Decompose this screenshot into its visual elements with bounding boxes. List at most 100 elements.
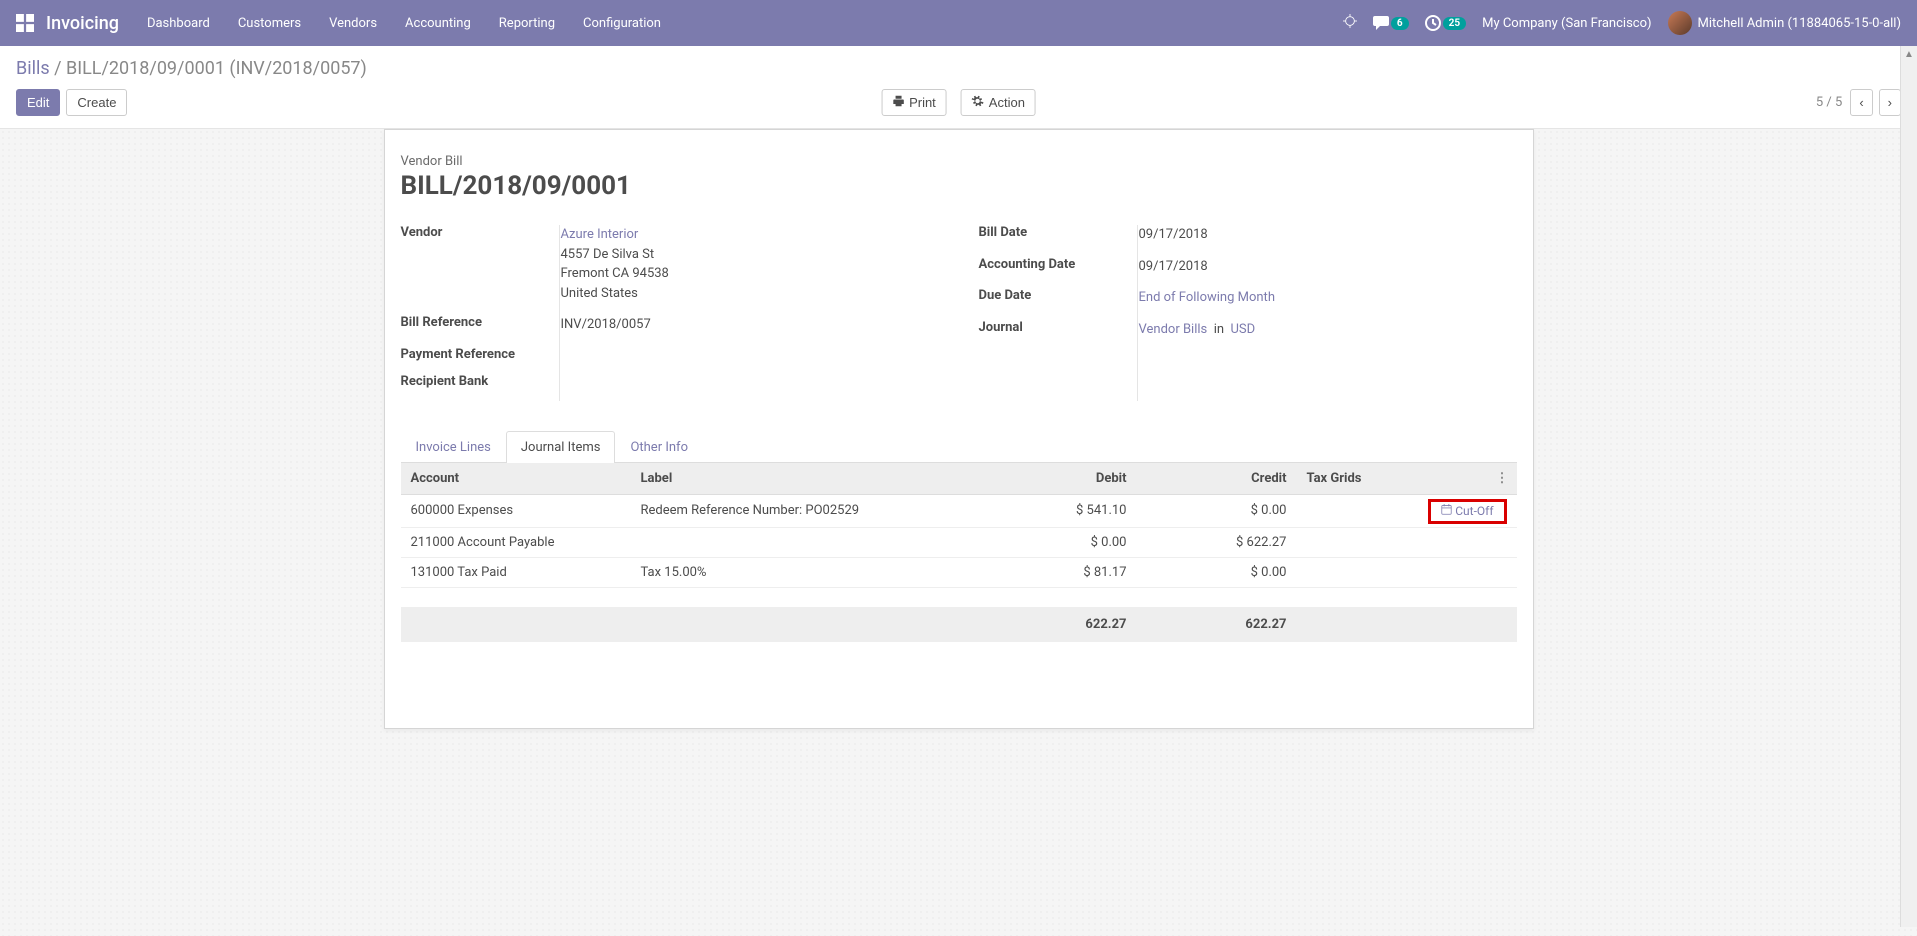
main-menu: Dashboard Customers Vendors Accounting R… — [147, 16, 661, 31]
debug-icon[interactable] — [1343, 14, 1357, 32]
scroll-up-icon[interactable]: ▲ — [1901, 46, 1917, 63]
breadcrumb-root[interactable]: Bills — [16, 58, 50, 79]
cell-account: 131000 Tax Paid — [401, 557, 631, 587]
table-row[interactable]: 211000 Account Payable $ 0.00 $ 622.27 — [401, 527, 1517, 557]
create-button[interactable]: Create — [66, 89, 127, 116]
navbar-right: 6 25 My Company (San Francisco) Mitchell… — [1343, 11, 1901, 35]
cell-account: 211000 Account Payable — [401, 527, 631, 557]
edit-button[interactable]: Edit — [16, 89, 60, 116]
messages-icon[interactable]: 6 — [1373, 16, 1409, 30]
action-button[interactable]: Action — [961, 89, 1036, 116]
cell-tax — [1297, 557, 1407, 587]
bank-label: Recipient Bank — [401, 374, 561, 389]
action-label: Action — [989, 95, 1025, 110]
pager-prev-button[interactable]: ‹ — [1850, 89, 1872, 116]
scrollbar[interactable]: ▲ — [1900, 46, 1917, 927]
th-account[interactable]: Account — [401, 463, 631, 495]
billref-label: Bill Reference — [401, 315, 561, 330]
cell-debit: $ 541.10 — [977, 494, 1137, 527]
menu-dashboard[interactable]: Dashboard — [147, 16, 210, 31]
journal-value[interactable]: Vendor Bills — [1139, 322, 1208, 337]
billdate-value: 09/17/2018 — [1139, 225, 1517, 245]
tab-invoice-lines[interactable]: Invoice Lines — [401, 431, 506, 463]
form-right-col: Bill Date 09/17/2018 Accounting Date 09/… — [979, 225, 1517, 401]
th-taxgrids[interactable]: Tax Grids — [1297, 463, 1407, 495]
vendor-addr3: United States — [561, 286, 638, 301]
breadcrumb-current: BILL/2018/09/0001 (INV/2018/0057) — [66, 58, 367, 79]
th-label[interactable]: Label — [631, 463, 977, 495]
vendor-value: Azure Interior 4557 De Silva St Fremont … — [561, 225, 939, 303]
vendor-label: Vendor — [401, 225, 561, 240]
cell-tax — [1297, 527, 1407, 557]
duedate-value[interactable]: End of Following Month — [1139, 290, 1275, 305]
vendor-addr1: 4557 De Silva St — [561, 247, 655, 262]
control-panel: Bills / BILL/2018/09/0001 (INV/2018/0057… — [0, 46, 1917, 129]
print-icon — [892, 95, 904, 110]
accdate-label: Accounting Date — [979, 257, 1139, 272]
form-left-col: Vendor Azure Interior 4557 De Silva St F… — [401, 225, 939, 401]
menu-customers[interactable]: Customers — [238, 16, 301, 31]
total-credit: 622.27 — [1137, 607, 1297, 642]
vendor-link[interactable]: Azure Interior — [561, 227, 639, 242]
app-brand: Invoicing — [46, 13, 119, 34]
total-debit: 622.27 — [977, 607, 1137, 642]
breadcrumb: Bills / BILL/2018/09/0001 (INV/2018/0057… — [16, 58, 1901, 79]
accdate-value: 09/17/2018 — [1139, 257, 1517, 277]
cell-label: Tax 15.00% — [631, 557, 977, 587]
th-credit[interactable]: Credit — [1137, 463, 1297, 495]
activities-icon[interactable]: 25 — [1425, 15, 1466, 31]
billref-value: INV/2018/0057 — [561, 315, 939, 335]
chevron-right-icon: › — [1888, 95, 1892, 110]
table-row[interactable]: 600000 Expenses Redeem Reference Number:… — [401, 494, 1517, 527]
tab-other-info[interactable]: Other Info — [615, 431, 703, 463]
cell-label — [631, 527, 977, 557]
table-row[interactable]: 131000 Tax Paid Tax 15.00% $ 81.17 $ 0.0… — [401, 557, 1517, 587]
cell-credit: $ 622.27 — [1137, 527, 1297, 557]
cutoff-label: Cut-Off — [1455, 504, 1493, 518]
apps-icon[interactable] — [16, 14, 34, 32]
th-debit[interactable]: Debit — [977, 463, 1137, 495]
menu-accounting[interactable]: Accounting — [405, 16, 471, 31]
user-name: Mitchell Admin (11884065-15-0-all) — [1698, 16, 1901, 31]
journal-items-table: Account Label Debit Credit Tax Grids ⋮ 6… — [401, 463, 1517, 643]
avatar — [1668, 11, 1692, 35]
cutoff-button[interactable]: Cut-Off — [1435, 502, 1499, 520]
cell-debit: $ 0.00 — [977, 527, 1137, 557]
gear-icon — [972, 95, 984, 110]
print-label: Print — [909, 95, 936, 110]
pager-next-button[interactable]: › — [1879, 89, 1901, 116]
chevron-left-icon: ‹ — [1859, 95, 1863, 110]
duedate-label: Due Date — [979, 288, 1139, 303]
cell-credit: $ 0.00 — [1137, 557, 1297, 587]
menu-vendors[interactable]: Vendors — [329, 16, 377, 31]
cutoff-highlight: Cut-Off — [1428, 499, 1506, 524]
tab-journal-items[interactable]: Journal Items — [506, 431, 616, 463]
form-subtitle: Vendor Bill — [401, 154, 1517, 169]
messages-badge: 6 — [1391, 17, 1409, 30]
company-switcher[interactable]: My Company (San Francisco) — [1482, 16, 1651, 31]
activities-badge: 25 — [1443, 17, 1466, 30]
payref-label: Payment Reference — [401, 347, 561, 362]
user-menu[interactable]: Mitchell Admin (11884065-15-0-all) — [1668, 11, 1901, 35]
cell-credit: $ 0.00 — [1137, 494, 1297, 527]
print-button[interactable]: Print — [881, 89, 947, 116]
form-body: Vendor Bill BILL/2018/09/0001 Vendor Azu… — [0, 129, 1917, 936]
journal-in: in — [1214, 322, 1224, 337]
pager-text[interactable]: 5 / 5 — [1816, 95, 1842, 110]
journal-currency[interactable]: USD — [1231, 322, 1256, 337]
top-navbar: Invoicing Dashboard Customers Vendors Ac… — [0, 0, 1917, 46]
cell-account: 600000 Expenses — [401, 494, 631, 527]
tabs: Invoice Lines Journal Items Other Info — [401, 431, 1517, 463]
vendor-addr2: Fremont CA 94538 — [561, 266, 669, 281]
billdate-label: Bill Date — [979, 225, 1139, 240]
form-sheet: Vendor Bill BILL/2018/09/0001 Vendor Azu… — [384, 129, 1534, 729]
journal-label: Journal — [979, 320, 1139, 335]
columns-menu-icon[interactable]: ⋮ — [1496, 471, 1507, 486]
menu-reporting[interactable]: Reporting — [499, 16, 555, 31]
cell-debit: $ 81.17 — [977, 557, 1137, 587]
calendar-icon — [1441, 504, 1452, 518]
page-title: BILL/2018/09/0001 — [401, 171, 1517, 201]
cell-tax — [1297, 494, 1407, 527]
cell-label: Redeem Reference Number: PO02529 — [631, 494, 977, 527]
menu-configuration[interactable]: Configuration — [583, 16, 661, 31]
